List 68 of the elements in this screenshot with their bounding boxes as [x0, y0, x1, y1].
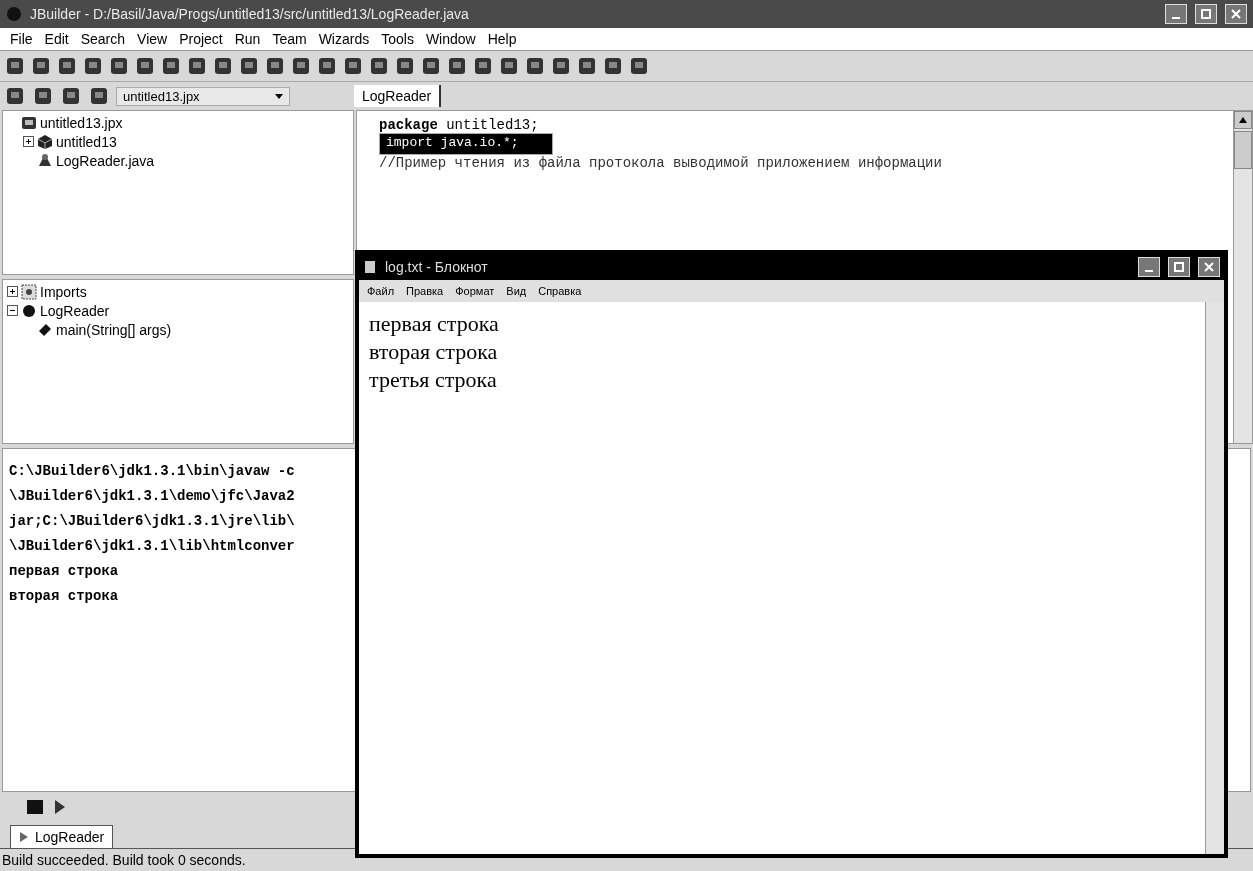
window-title: JBuilder - D:/Basil/Java/Progs/untitled13/src/untitled13/LogReader.java [30, 6, 470, 22]
package-icon [37, 133, 53, 150]
console-line: первая строка [9, 563, 120, 581]
message-tab[interactable]: LogReader [10, 825, 114, 848]
method-icon [37, 321, 53, 338]
console-line: \JBuilder6\jdk1.3.1\lib\htmlconver [9, 538, 296, 556]
menu-item[interactable]: Wizards [312, 31, 376, 47]
tree-item[interactable]: LogReader.java [56, 152, 155, 169]
tree-item[interactable]: Imports [40, 283, 87, 300]
menu-item[interactable]: Справка [534, 285, 586, 297]
app-logo-icon [6, 6, 22, 22]
menu-item[interactable]: Run [228, 31, 267, 47]
play-icon [19, 831, 29, 843]
minimize-icon [1172, 17, 1180, 19]
console-line: jar;C:\JBuilder6\jdk1.3.1\jre\lib\ [9, 513, 296, 531]
scrollbar[interactable] [1205, 302, 1224, 854]
scroll-up-button[interactable] [1234, 111, 1252, 129]
maximize-icon [1174, 262, 1184, 272]
console-line: C:\JBuilder6\jdk1.3.1\bin\javaw -c [9, 463, 296, 481]
collapse-toggle-icon[interactable] [7, 305, 18, 316]
console-line: \JBuilder6\jdk1.3.1\demo\jfc\Java2 [9, 488, 296, 506]
maximize-icon [1201, 9, 1211, 19]
class-icon [21, 302, 37, 319]
menu-item[interactable]: Window [419, 31, 482, 47]
menu-item[interactable]: View [131, 31, 174, 47]
menu-item[interactable]: Файл [363, 285, 399, 297]
close-button[interactable] [1198, 257, 1220, 277]
editor-tab[interactable]: LogReader [354, 85, 442, 107]
menu-item[interactable]: Team [266, 31, 313, 47]
menu-item[interactable]: Help [481, 31, 523, 47]
tree-item[interactable]: LogReader [40, 302, 110, 319]
menu-item[interactable]: Формат [451, 285, 499, 297]
minimize-icon [1145, 270, 1153, 272]
text-line: первая строка [369, 310, 500, 338]
menu-item[interactable]: Search [74, 31, 132, 47]
notepad-title: log.txt - Блокнот [385, 259, 489, 275]
minimize-button[interactable] [1138, 257, 1160, 277]
tree-item[interactable]: main(String[] args) [56, 321, 172, 338]
code-comment: //Пример чтения из файла протокола выводимой приложением информации [379, 155, 942, 171]
project-icon [21, 114, 37, 131]
tree-item[interactable]: untitled13.jpx [40, 114, 123, 131]
menu-item[interactable]: Вид [502, 285, 531, 297]
project-dropdown[interactable]: untitled13.jpx [116, 86, 290, 106]
menu-item[interactable]: Tools [375, 31, 420, 47]
play-icon[interactable] [54, 799, 66, 815]
maximize-button[interactable] [1195, 4, 1217, 24]
close-button[interactable] [1225, 4, 1247, 24]
console-line: вторая строка [9, 588, 120, 606]
maximize-button[interactable] [1168, 257, 1190, 277]
caret-icon [275, 93, 283, 99]
menu-item[interactable]: Project [173, 31, 229, 47]
text-line: третья строка [369, 366, 498, 394]
scroll-thumb[interactable] [1234, 131, 1252, 169]
expand-toggle-icon[interactable] [23, 136, 34, 147]
notepad-icon [363, 260, 377, 274]
java-file-icon [37, 152, 53, 169]
menu-item[interactable]: File [4, 31, 39, 47]
imports-icon [21, 283, 37, 300]
status-text: Build succeeded. Build took 0 seconds. [2, 852, 246, 868]
minimize-button[interactable] [1165, 4, 1187, 24]
expand-toggle-icon[interactable] [7, 286, 18, 297]
text-area[interactable]: первая строка вторая строка третья строка [359, 302, 1205, 854]
text-line: вторая строка [369, 338, 499, 366]
menu-item[interactable]: Edit [38, 31, 75, 47]
up-arrow-icon [1239, 117, 1247, 123]
code-line: package untitled13; [379, 117, 539, 133]
tree-item[interactable]: untitled13 [56, 133, 117, 150]
menu-item[interactable]: Правка [402, 285, 448, 297]
